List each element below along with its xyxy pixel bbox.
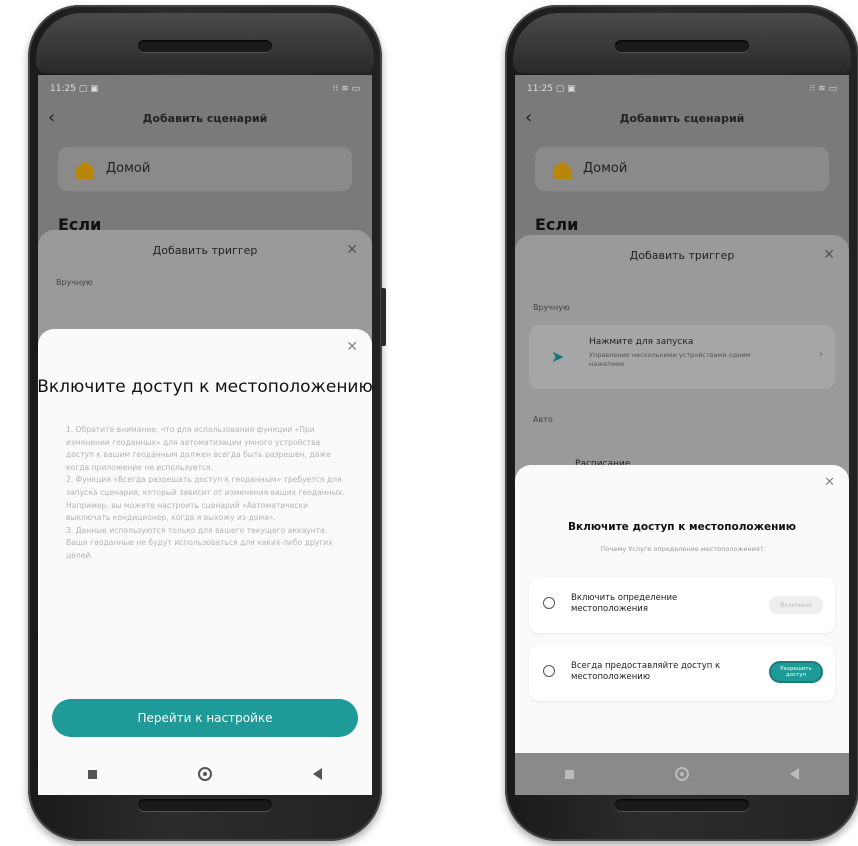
always-allow-option: Всегда предоставляйте доступ к местополо… — [529, 645, 835, 701]
screen-right: 11:25 ▢ ▣ ⁝⁝ ≋ ▭ ‹ Добавить сценарий Дом… — [515, 75, 849, 795]
back-nav-icon[interactable] — [312, 768, 322, 780]
enabled-status-button[interactable]: Включено — [769, 596, 823, 614]
tap-pointer-icon: ➤ — [551, 347, 565, 366]
close-icon[interactable]: ✕ — [346, 339, 358, 355]
dialog-heading: Включите доступ к местоположению — [568, 521, 796, 533]
close-icon[interactable]: ✕ — [823, 247, 835, 263]
page-title: Добавить сценарий — [142, 112, 268, 125]
earpiece — [615, 40, 749, 52]
home-icon — [553, 161, 571, 179]
back-nav-icon[interactable] — [789, 768, 799, 780]
home-nav-icon[interactable] — [674, 767, 689, 781]
home-nav-icon[interactable] — [197, 767, 212, 781]
home-label: Домой — [106, 161, 151, 176]
location-pin-icon — [543, 665, 555, 677]
option-label: Всегда предоставляйте доступ к местополо… — [571, 661, 721, 682]
bottom-speaker — [615, 799, 749, 811]
home-icon — [76, 161, 94, 179]
option-label: Включить определение местоположения — [571, 593, 678, 614]
status-icons: ⁝⁝ ≋ ▭ — [332, 84, 361, 94]
allow-access-button[interactable]: Разрешить доступ — [769, 661, 823, 683]
home-selector[interactable]: Домой — [58, 147, 352, 191]
recents-icon[interactable] — [565, 769, 575, 779]
tap-to-run-card[interactable]: ➤ Нажмите для запуска Управление несколь… — [529, 325, 835, 389]
app-bar: ‹ Добавить сценарий — [38, 103, 372, 137]
card-title: Нажмите для запуска — [589, 337, 694, 347]
manual-section-label: Вручную — [56, 278, 93, 287]
earpiece — [138, 40, 272, 52]
manual-section-label: Вручную — [533, 303, 570, 312]
go-to-settings-button[interactable]: Перейти к настройке — [52, 699, 358, 737]
bottom-speaker — [138, 799, 272, 811]
if-section-label: Если — [535, 215, 579, 234]
phone-left: 11:25 ▢ ▣ ⁝⁝ ≋ ▭ ‹ Добавить сценарий Дом… — [28, 5, 386, 841]
status-icons: ⁝⁝ ≋ ▭ — [809, 84, 838, 94]
chevron-right-icon: › — [819, 349, 823, 360]
status-bar: 11:25 ▢ ▣ ⁝⁝ ≋ ▭ — [38, 75, 372, 103]
trigger-sheet-title: Добавить триггер — [152, 244, 258, 257]
location-access-dialog: ✕ Включите доступ к местоположению 1. Об… — [38, 329, 372, 795]
home-selector[interactable]: Домой — [535, 147, 829, 191]
system-nav-bar — [38, 753, 372, 795]
close-icon[interactable]: ✕ — [824, 475, 835, 490]
dialog-body: 1. Обратите внимание, что для использова… — [66, 425, 345, 560]
status-time: 11:25 ▢ ▣ — [50, 84, 99, 94]
enable-location-option: Включить определение местоположения Вклю… — [529, 577, 835, 633]
system-nav-bar — [515, 753, 849, 795]
status-time: 11:25 ▢ ▣ — [527, 84, 576, 94]
close-icon[interactable]: ✕ — [346, 242, 358, 258]
app-bar: ‹ Добавить сценарий — [515, 103, 849, 137]
dialog-heading: Включите доступ к местоположению — [38, 377, 372, 397]
auto-section-label: Авто — [533, 415, 553, 424]
location-access-dialog: ✕ Включите доступ к местоположению Почем… — [515, 465, 849, 765]
status-bar: 11:25 ▢ ▣ ⁝⁝ ≋ ▭ — [515, 75, 849, 103]
card-desc: Управление несколькими устройствами одни… — [589, 351, 751, 368]
home-label: Домой — [583, 161, 628, 176]
recents-icon[interactable] — [88, 769, 98, 779]
page-title: Добавить сценарий — [619, 112, 745, 125]
location-pin-icon — [543, 597, 555, 609]
power-button — [381, 288, 386, 346]
screen-left: 11:25 ▢ ▣ ⁝⁝ ≋ ▭ ‹ Добавить сценарий Дом… — [38, 75, 372, 795]
phone-right: 11:25 ▢ ▣ ⁝⁝ ≋ ▭ ‹ Добавить сценарий Дом… — [505, 5, 858, 841]
dialog-subtitle[interactable]: Почему Услуге определение местоположения… — [515, 545, 849, 553]
trigger-sheet-title: Добавить триггер — [629, 249, 735, 262]
